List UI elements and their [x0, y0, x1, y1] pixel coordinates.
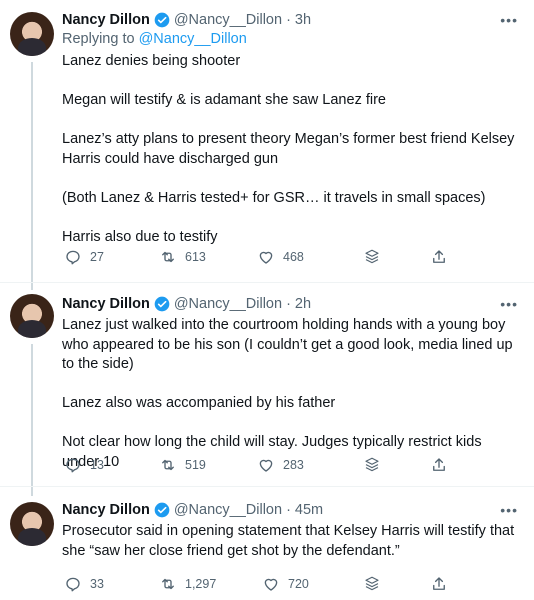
tweet-text: Prosecutor said in opening statement tha…	[62, 522, 522, 561]
tweet-text: Lanez just walked into the courtroom hol…	[62, 316, 522, 472]
tweet-header: Nancy Dillon @Nancy__Dillon · 3h	[62, 10, 311, 30]
retweet-count: 1,297	[185, 577, 217, 591]
analytics-button[interactable]	[363, 575, 381, 593]
share-button[interactable]	[430, 248, 448, 266]
tweet-divider	[0, 282, 534, 283]
share-icon	[433, 250, 445, 263]
tweet-header: Nancy Dillon @Nancy__Dillon · 2h	[62, 294, 311, 314]
thread-line	[31, 62, 33, 290]
author-handle-time[interactable]: @Nancy__Dillon · 45m	[174, 502, 323, 518]
like-count: 720	[288, 577, 309, 591]
tweet-paragraph: Lanez’s atty plans to present theory Meg…	[62, 131, 515, 167]
verified-badge-icon	[154, 12, 170, 28]
avatar[interactable]	[10, 294, 54, 338]
tweet-actions: 13 519 283	[62, 456, 462, 476]
like-button[interactable]: 283	[257, 456, 304, 474]
analytics-button[interactable]	[363, 248, 381, 266]
avatar[interactable]	[10, 12, 54, 56]
author-name[interactable]: Nancy Dillon	[62, 12, 150, 28]
tweet-header: Nancy Dillon @Nancy__Dillon · 45m	[62, 500, 323, 520]
tweet-paragraph: Lanez also was accompanied by his father	[62, 395, 336, 411]
tweet-text: Lanez denies being shooter Megan will te…	[62, 52, 522, 247]
reply-count: 27	[90, 250, 104, 264]
tweet-paragraph: Prosecutor said in opening statement tha…	[62, 523, 515, 559]
author-name[interactable]: Nancy Dillon	[62, 296, 150, 312]
tweet[interactable]: Nancy Dillon @Nancy__Dillon · 2h ••• Lan…	[0, 294, 534, 496]
reply-icon	[66, 250, 80, 265]
retweet-icon	[162, 578, 174, 590]
share-button[interactable]	[430, 575, 448, 593]
share-icon	[433, 458, 445, 471]
verified-badge-icon	[154, 502, 170, 518]
share-button[interactable]	[430, 456, 448, 474]
reply-icon	[66, 577, 80, 592]
tweet-paragraph: Megan will testify & is adamant she saw …	[62, 92, 386, 108]
reply-button[interactable]: 27	[64, 248, 104, 266]
author-handle-time[interactable]: @Nancy__Dillon · 3h	[174, 12, 311, 28]
more-options-icon[interactable]: •••	[500, 502, 518, 518]
reply-button[interactable]: 33	[64, 575, 104, 593]
reply-count: 33	[90, 577, 104, 591]
tweet-actions: 27 613 468	[62, 248, 462, 268]
avatar[interactable]	[10, 502, 54, 546]
like-count: 283	[283, 458, 304, 472]
thread-line	[31, 344, 33, 496]
verified-badge-icon	[154, 296, 170, 312]
like-count: 468	[283, 250, 304, 264]
layers-icon	[365, 457, 379, 472]
tweet-divider	[0, 486, 534, 487]
author-handle-time[interactable]: @Nancy__Dillon · 2h	[174, 296, 311, 312]
retweet-count: 613	[185, 250, 206, 264]
replying-to-label: Replying to	[62, 31, 135, 47]
tweet-paragraph: Lanez denies being shooter	[62, 53, 241, 69]
more-options-icon[interactable]: •••	[500, 12, 518, 28]
tweet[interactable]: Nancy Dillon @Nancy__Dillon · 45m ••• Pr…	[0, 500, 534, 596]
layers-icon	[365, 249, 379, 264]
reply-count: 13	[90, 458, 104, 472]
layers-icon	[365, 576, 379, 591]
heart-icon	[264, 578, 278, 591]
retweet-icon	[162, 251, 174, 263]
like-button[interactable]: 720	[262, 575, 309, 593]
more-options-icon[interactable]: •••	[500, 296, 518, 312]
retweet-button[interactable]: 1,297	[159, 575, 216, 593]
replying-to-handle[interactable]: @Nancy__Dillon	[139, 31, 247, 47]
tweet-actions: 33 1,297 720	[62, 575, 462, 595]
tweet[interactable]: Nancy Dillon @Nancy__Dillon · 3h ••• Rep…	[0, 10, 534, 290]
tweet-paragraph: (Both Lanez & Harris tested+ for GSR… it…	[62, 189, 486, 206]
reply-icon	[66, 458, 80, 473]
tweet-paragraph: Harris also due to testify	[62, 228, 218, 245]
retweet-button[interactable]: 613	[159, 248, 206, 266]
reply-button[interactable]: 13	[64, 456, 104, 474]
retweet-button[interactable]: 519	[159, 456, 206, 474]
tweet-paragraph: Lanez just walked into the courtroom hol…	[62, 317, 513, 372]
heart-icon	[259, 251, 273, 264]
like-button[interactable]: 468	[257, 248, 304, 266]
share-icon	[433, 577, 445, 590]
retweet-count: 519	[185, 458, 206, 472]
heart-icon	[259, 459, 273, 472]
analytics-button[interactable]	[363, 456, 381, 474]
replying-to: Replying to @Nancy__Dillon	[62, 31, 247, 47]
retweet-icon	[162, 459, 174, 471]
author-name[interactable]: Nancy Dillon	[62, 502, 150, 518]
